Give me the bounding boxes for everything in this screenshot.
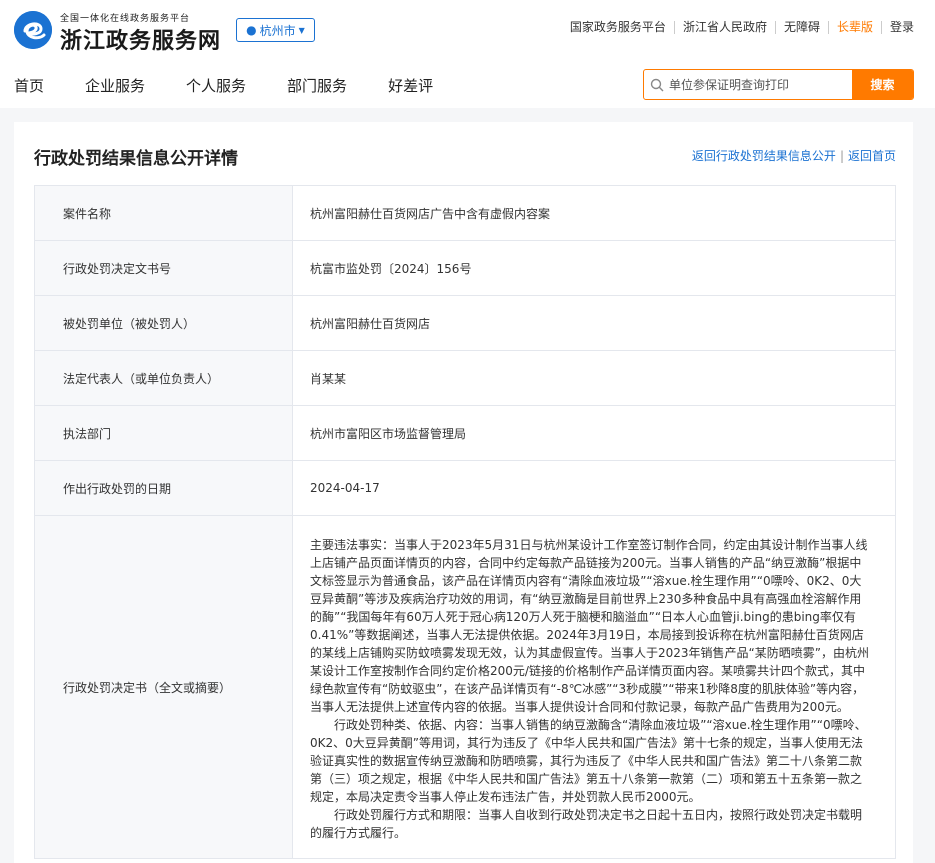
row-label: 作出行政处罚的日期 [34,460,293,516]
search-input[interactable] [669,70,852,99]
table-row: 行政处罚决定书（全文或摘要） 主要违法事实：当事人于2023年5月31日与杭州某… [34,515,896,859]
back-links: 返回行政处罚结果信息公开 | 返回首页 [692,147,896,164]
table-row: 执法部门 杭州市富阳区市场监督管理局 [34,405,896,461]
nav-home[interactable]: 首页 [14,75,44,96]
table-row: 法定代表人（或单位负责人） 肖某某 [34,350,896,406]
nav-department-services[interactable]: 部门服务 [287,75,347,96]
penalty-detail-table: 案件名称 杭州富阳赫仕百货网店广告中含有虚假内容案 行政处罚决定文书号 杭富市监… [34,185,896,859]
link-separator: | [839,149,844,163]
top-links: 国家政务服务平台 浙江省人民政府 无障碍 长辈版 登录 [562,21,914,34]
link-elder-version[interactable]: 长辈版 [827,21,881,34]
nav-personal-services[interactable]: 个人服务 [186,75,246,96]
zhejiang-logo-icon[interactable] [14,11,52,49]
back-to-list-link[interactable]: 返回行政处罚结果信息公开 [692,149,836,163]
nav-rating[interactable]: 好差评 [388,75,433,96]
main-nav: 首页 企业服务 个人服务 部门服务 好差评 [14,75,474,96]
document-number-value: 杭富市监处罚〔2024〕156号 [292,240,896,296]
penalty-date-value: 2024-04-17 [292,460,896,516]
nav-enterprise-services[interactable]: 企业服务 [85,75,145,96]
city-selector[interactable]: ● 杭州市 ▼ [236,18,315,42]
row-label: 行政处罚决定文书号 [34,240,293,296]
link-provincial-government[interactable]: 浙江省人民政府 [673,21,775,34]
case-name-value: 杭州富阳赫仕百货网店广告中含有虚假内容案 [292,185,896,241]
detail-card: 行政处罚结果信息公开详情 返回行政处罚结果信息公开 | 返回首页 案件名称 杭州富阳… [14,122,913,863]
search-icon [644,70,669,99]
table-row: 作出行政处罚的日期 2024-04-17 [34,460,896,516]
legal-representative-value: 肖某某 [292,350,896,406]
site-header: 全国一体化在线政务服务平台 浙江政务服务网 ● 杭州市 ▼ 国家政务服务平台 浙… [0,0,935,108]
row-label: 法定代表人（或单位负责人） [34,350,293,406]
row-label: 执法部门 [34,405,293,461]
table-row: 行政处罚决定文书号 杭富市监处罚〔2024〕156号 [34,240,896,296]
caret-down-icon: ▼ [298,25,305,35]
location-pin-icon: ● [246,23,257,37]
city-name: 杭州市 [259,23,296,38]
search-box: 搜索 [643,69,914,100]
penalized-party-value: 杭州富阳赫仕百货网店 [292,295,896,351]
decision-paragraph: 行政处罚履行方式和期限：当事人自收到行政处罚决定书之日起十五日内，按照行政处罚决… [310,808,863,840]
table-row: 被处罚单位（被处罚人） 杭州富阳赫仕百货网店 [34,295,896,351]
decision-paragraph: 主要违法事实：当事人于2023年5月31日与杭州某设计工作室签订制作合同，约定由… [310,538,869,714]
table-row: 案件名称 杭州富阳赫仕百货网店广告中含有虚假内容案 [34,185,896,241]
decision-text: 主要违法事实：当事人于2023年5月31日与杭州某设计工作室签订制作合同，约定由… [292,515,896,859]
row-label: 被处罚单位（被处罚人） [34,295,293,351]
enforcement-department-value: 杭州市富阳区市场监督管理局 [292,405,896,461]
back-to-home-link[interactable]: 返回首页 [848,149,896,163]
link-login[interactable]: 登录 [880,21,914,34]
row-label: 案件名称 [34,185,293,241]
search-button[interactable]: 搜索 [852,70,913,99]
link-national-platform[interactable]: 国家政务服务平台 [562,21,674,34]
logo-title[interactable]: 浙江政务服务网 [60,23,221,55]
page-title: 行政处罚结果信息公开详情 [34,149,238,169]
link-accessibility[interactable]: 无障碍 [774,21,828,34]
decision-paragraph: 行政处罚种类、依据、内容：当事人销售的纳豆激酶含“清除血液垃圾”“溶xue.栓生… [310,718,867,804]
row-label: 行政处罚决定书（全文或摘要） [34,515,293,859]
